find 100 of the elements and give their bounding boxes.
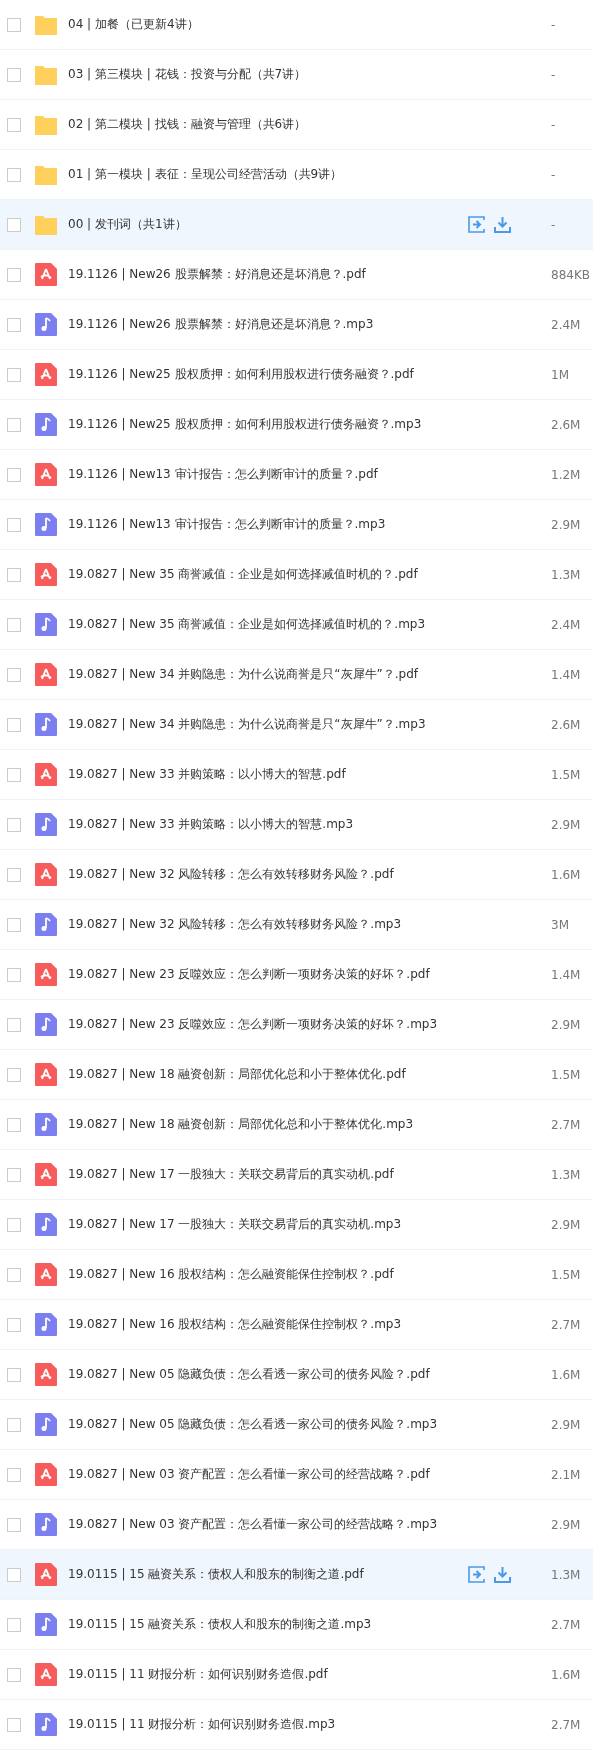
file-name[interactable]: 00 | 发刊词（共1讲） (68, 216, 468, 233)
file-name[interactable]: 19.0827 | New 16 股权结构：怎么融资能保住控制权？.mp3 (68, 1316, 551, 1333)
file-name[interactable]: 04 | 加餐（已更新4讲） (68, 16, 551, 33)
checkbox[interactable] (7, 967, 21, 982)
file-name[interactable]: 19.1126 | New26 股票解禁：好消息还是坏消息？.mp3 (68, 316, 551, 333)
file-name[interactable]: 19.0827 | New 32 风险转移：怎么有效转移财务风险？.mp3 (68, 916, 551, 933)
file-name[interactable]: 19.0115 | 15 融资关系：债权人和股东的制衡之道.pdf (68, 1566, 468, 1583)
music-file-icon (35, 1713, 57, 1736)
file-size: 884KB (551, 267, 591, 282)
checkbox[interactable] (7, 217, 21, 232)
file-name[interactable]: 19.0827 | New 03 资产配置：怎么看懂一家公司的经营战略？.mp3 (68, 1516, 551, 1533)
checkbox[interactable] (7, 1617, 21, 1632)
checkbox[interactable] (7, 67, 21, 82)
checkbox[interactable] (7, 17, 21, 32)
file-name[interactable]: 19.0827 | New 05 隐藏负债：怎么看透一家公司的债务风险？.pdf (68, 1366, 551, 1383)
pdf-file-icon (35, 1463, 57, 1486)
file-name[interactable]: 19.1126 | New13 审计报告：怎么判断审计的质量？.pdf (68, 466, 551, 483)
checkbox[interactable] (7, 1417, 21, 1432)
file-name[interactable]: 19.0827 | New 16 股权结构：怎么融资能保住控制权？.pdf (68, 1266, 551, 1283)
file-name[interactable]: 19.0115 | 11 财报分析：如何识别财务造假.mp3 (68, 1716, 551, 1733)
checkbox[interactable] (7, 367, 21, 382)
file-name[interactable]: 19.0827 | New 17 一股独大：关联交易背后的真实动机.mp3 (68, 1216, 551, 1233)
checkbox[interactable] (7, 417, 21, 432)
file-row[interactable]: 00 | 发刊词（共1讲） - (0, 200, 593, 250)
music-file-icon (35, 1613, 57, 1636)
checkbox[interactable] (7, 867, 21, 882)
file-name[interactable]: 02 | 第二模块 | 找钱：融资与管理（共6讲） (68, 116, 551, 133)
file-name[interactable]: 19.0827 | New 17 一股独大：关联交易背后的真实动机.pdf (68, 1166, 551, 1183)
checkbox[interactable] (7, 467, 21, 482)
file-name[interactable]: 19.1126 | New13 审计报告：怎么判断审计的质量？.mp3 (68, 516, 551, 533)
checkbox[interactable] (7, 1117, 21, 1132)
folder-icon (35, 114, 57, 135)
pdf-file-icon (35, 1663, 57, 1686)
file-name[interactable]: 19.0827 | New 35 商誉减值：企业是如何选择减值时机的？.mp3 (68, 616, 551, 633)
pdf-file-icon (35, 1063, 57, 1086)
file-size: 2.4M (551, 317, 582, 332)
download-icon[interactable] (494, 216, 511, 233)
checkbox[interactable] (7, 1317, 21, 1332)
file-name[interactable]: 19.0827 | New 34 并购隐患：为什么说商誉是只“灰犀牛”？.mp3 (68, 716, 551, 733)
file-row[interactable]: 19.0115 | 15 融资关系：债权人和股东的制衡之道.pdf 1.3M (0, 1550, 593, 1600)
checkbox[interactable] (7, 167, 21, 182)
checkbox[interactable] (7, 667, 21, 682)
file-name[interactable]: 19.0827 | New 18 融资创新：局部优化总和小于整体优化.pdf (68, 1066, 551, 1083)
file-size: 1.6M (551, 1367, 582, 1382)
file-name[interactable]: 19.0827 | New 05 隐藏负债：怎么看透一家公司的债务风险？.mp3 (68, 1416, 551, 1433)
checkbox[interactable] (7, 1367, 21, 1382)
download-icon[interactable] (494, 1566, 511, 1583)
checkbox[interactable] (7, 617, 21, 632)
checkbox[interactable] (7, 1167, 21, 1182)
file-name[interactable]: 01 | 第一模块 | 表征：呈现公司经营活动（共9讲） (68, 166, 551, 183)
checkbox[interactable] (7, 1567, 21, 1582)
checkbox[interactable] (7, 317, 21, 332)
music-file-icon (35, 1013, 57, 1036)
checkbox[interactable] (7, 1017, 21, 1032)
checkbox[interactable] (7, 1517, 21, 1532)
music-file-icon (35, 1113, 57, 1136)
checkbox[interactable] (7, 717, 21, 732)
checkbox[interactable] (7, 1717, 21, 1732)
checkbox[interactable] (7, 567, 21, 582)
checkbox[interactable] (7, 1667, 21, 1682)
file-size: 1.6M (551, 1667, 582, 1682)
file-size: 1.5M (551, 1267, 582, 1282)
file-name[interactable]: 19.0827 | New 33 并购策略：以小博大的智慧.pdf (68, 766, 551, 783)
file-name[interactable]: 19.0827 | New 35 商誉减值：企业是如何选择减值时机的？.pdf (68, 566, 551, 583)
checkbox[interactable] (7, 117, 21, 132)
file-size: - (551, 167, 557, 182)
music-file-icon (35, 1513, 57, 1536)
checkbox[interactable] (7, 767, 21, 782)
file-name[interactable]: 19.0827 | New 03 资产配置：怎么看懂一家公司的经营战略？.pdf (68, 1466, 551, 1483)
move-icon[interactable] (468, 1566, 485, 1583)
move-icon[interactable] (468, 216, 485, 233)
file-name[interactable]: 19.1126 | New25 股权质押：如何利用股权进行债务融资？.pdf (68, 366, 551, 383)
pdf-file-icon (35, 963, 57, 986)
checkbox[interactable] (7, 1267, 21, 1282)
music-file-icon (35, 413, 57, 436)
music-file-icon (35, 813, 57, 836)
file-name[interactable]: 03 | 第三模块 | 花钱：投资与分配（共7讲） (68, 66, 551, 83)
file-name[interactable]: 19.0115 | 11 财报分析：如何识别财务造假.pdf (68, 1666, 551, 1683)
checkbox[interactable] (7, 1217, 21, 1232)
file-name[interactable]: 19.0827 | New 32 风险转移：怎么有效转移财务风险？.pdf (68, 866, 551, 883)
checkbox[interactable] (7, 1067, 21, 1082)
file-name[interactable]: 19.0827 | New 18 融资创新：局部优化总和小于整体优化.mp3 (68, 1116, 551, 1133)
pdf-file-icon (35, 1163, 57, 1186)
checkbox[interactable] (7, 1467, 21, 1482)
file-size: 1.2M (551, 467, 582, 482)
file-size: 1.4M (551, 667, 582, 682)
checkbox[interactable] (7, 517, 21, 532)
checkbox[interactable] (7, 267, 21, 282)
file-size: 1.5M (551, 767, 582, 782)
file-name[interactable]: 19.0115 | 15 融资关系：债权人和股东的制衡之道.mp3 (68, 1616, 551, 1633)
checkbox[interactable] (7, 917, 21, 932)
file-name[interactable]: 19.0827 | New 34 并购隐患：为什么说商誉是只“灰犀牛”？.pdf (68, 666, 551, 683)
file-name[interactable]: 19.0827 | New 23 反噬效应：怎么判断一项财务决策的好坏？.mp3 (68, 1016, 551, 1033)
file-name[interactable]: 19.0827 | New 23 反噬效应：怎么判断一项财务决策的好坏？.pdf (68, 966, 551, 983)
checkbox[interactable] (7, 817, 21, 832)
file-name[interactable]: 19.1126 | New25 股权质押：如何利用股权进行债务融资？.mp3 (68, 416, 551, 433)
music-file-icon (35, 1413, 57, 1436)
music-file-icon (35, 513, 57, 536)
file-name[interactable]: 19.1126 | New26 股票解禁：好消息还是坏消息？.pdf (68, 266, 551, 283)
file-name[interactable]: 19.0827 | New 33 并购策略：以小博大的智慧.mp3 (68, 816, 551, 833)
